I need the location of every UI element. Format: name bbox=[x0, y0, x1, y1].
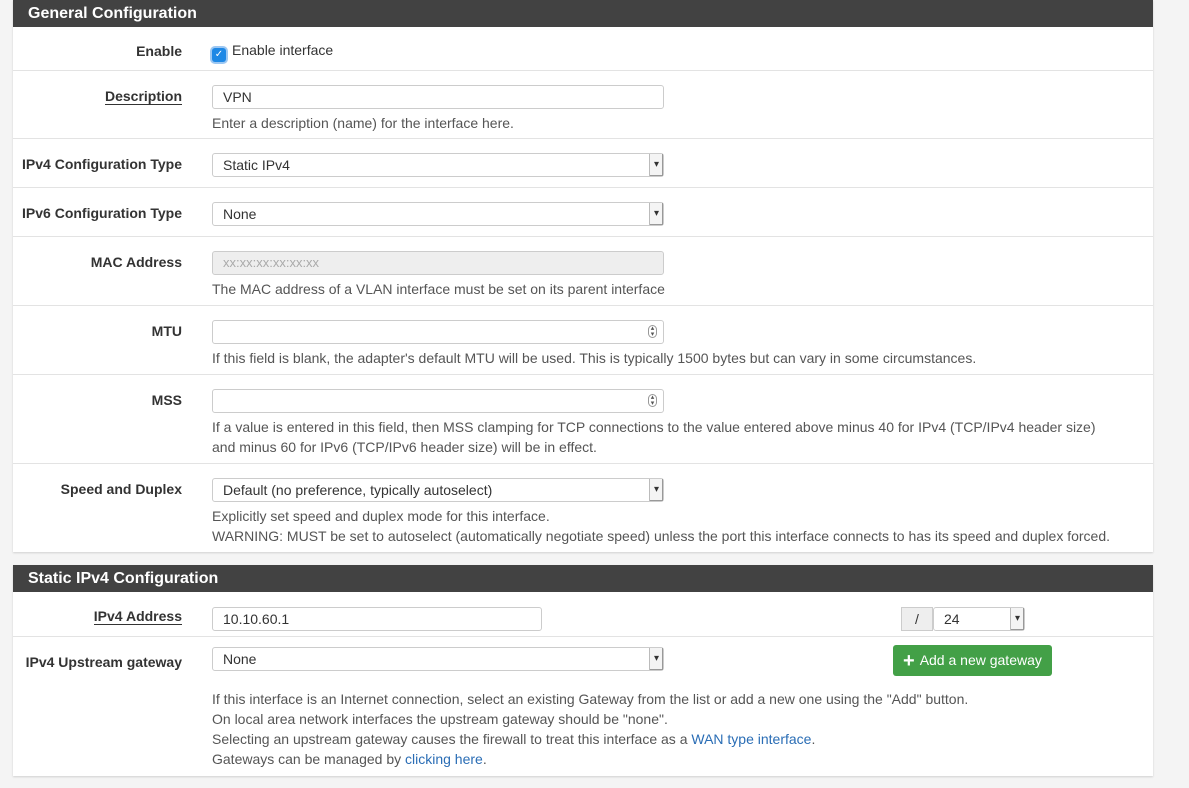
mac-label: MAC Address bbox=[90, 254, 182, 270]
gateway-help-3: Selecting an upstream gateway causes the… bbox=[212, 731, 692, 747]
ipv4-type-row: IPv4 Configuration Type Static IPv4 bbox=[13, 139, 1153, 188]
mac-row: MAC Address xx:xx:xx:xx:xx:xx The MAC ad… bbox=[13, 237, 1153, 306]
gateway-help-4: Gateways can be managed by bbox=[212, 751, 406, 767]
period: . bbox=[482, 751, 487, 767]
cidr-slash: / bbox=[901, 607, 933, 631]
clicking-here-link[interactable]: clicking here bbox=[405, 751, 483, 767]
gateway-select[interactable]: None bbox=[212, 647, 664, 671]
gateway-help-2: On local area network interfaces the ups… bbox=[212, 711, 668, 727]
ipv6-type-row: IPv6 Configuration Type None bbox=[13, 188, 1153, 237]
speed-warning: WARNING: MUST be set to autoselect (auto… bbox=[212, 528, 1111, 544]
ipv4-type-label: IPv4 Configuration Type bbox=[22, 156, 182, 172]
speed-select[interactable]: Default (no preference, typically autose… bbox=[212, 478, 664, 502]
mtu-row: MTU ▴ ▾ If this field is blank, the adapt… bbox=[13, 306, 1153, 375]
gateway-row: IPv4 Upstream gateway None +Add a new ga… bbox=[13, 637, 1153, 776]
gateway-label: IPv4 Upstream gateway bbox=[25, 654, 182, 670]
mac-help: The MAC address of a VLAN interface must… bbox=[212, 281, 665, 297]
description-help: Enter a description (name) for the inter… bbox=[212, 115, 514, 131]
ipv4-address-label: IPv4 Address bbox=[93, 608, 182, 625]
mss-help: If a value is entered in this field, the… bbox=[212, 419, 1096, 455]
mtu-help: If this field is blank, the adapter's de… bbox=[212, 350, 977, 366]
mss-label: MSS bbox=[151, 392, 182, 408]
wan-type-link[interactable]: WAN type interface bbox=[691, 731, 811, 747]
spinner-icon[interactable]: ▴ ▾ bbox=[648, 394, 657, 407]
speed-help: Explicitly set speed and duplex mode for… bbox=[212, 508, 550, 524]
add-gateway-label: Add a new gateway bbox=[919, 652, 1042, 668]
speed-label: Speed and Duplex bbox=[60, 481, 182, 497]
description-row: Description VPN Enter a description (nam… bbox=[13, 71, 1153, 139]
ipv4-address-input[interactable]: 10.10.60.1 bbox=[212, 607, 542, 631]
general-configuration-panel: General Configuration Enable ✓ Enable int… bbox=[13, 0, 1153, 552]
ipv4-type-select[interactable]: Static IPv4 bbox=[212, 153, 664, 177]
mac-input[interactable]: xx:xx:xx:xx:xx:xx bbox=[212, 251, 664, 275]
period: . bbox=[811, 731, 816, 747]
enable-text: Enable interface bbox=[232, 42, 334, 58]
mss-input[interactable]: ▴ ▾ bbox=[212, 389, 664, 413]
plus-icon: + bbox=[903, 650, 915, 672]
ipv4-address-row: IPv4 Address 10.10.60.1 / 24 bbox=[13, 592, 1153, 637]
static-ipv4-panel: Static IPv4 Configuration IPv4 Address 1… bbox=[13, 565, 1153, 776]
speed-row: Speed and Duplex Default (no preference,… bbox=[13, 464, 1153, 552]
spinner-icon[interactable]: ▴ ▾ bbox=[648, 325, 657, 338]
enable-checkbox[interactable]: ✓ bbox=[212, 48, 226, 62]
enable-label: Enable bbox=[136, 43, 182, 59]
description-input[interactable]: VPN bbox=[212, 85, 664, 109]
cidr-select[interactable]: 24 bbox=[933, 607, 1025, 631]
mtu-input[interactable]: ▴ ▾ bbox=[212, 320, 664, 344]
add-gateway-button[interactable]: + Add a new gateway bbox=[893, 645, 1052, 676]
ipv6-type-label: IPv6 Configuration Type bbox=[22, 205, 182, 221]
mtu-label: MTU bbox=[151, 323, 182, 339]
enable-row: Enable ✓ Enable interface bbox=[13, 27, 1153, 71]
ipv6-type-select[interactable]: None bbox=[212, 202, 664, 226]
panel-title: General Configuration bbox=[13, 0, 1153, 27]
description-label: Description bbox=[104, 88, 182, 105]
gateway-help-1: If this interface is an Internet connect… bbox=[212, 691, 969, 707]
panel-title: Static IPv4 Configuration bbox=[13, 565, 1153, 592]
mss-row: MSS ▴ ▾ If a value is entered in this fie… bbox=[13, 375, 1153, 464]
